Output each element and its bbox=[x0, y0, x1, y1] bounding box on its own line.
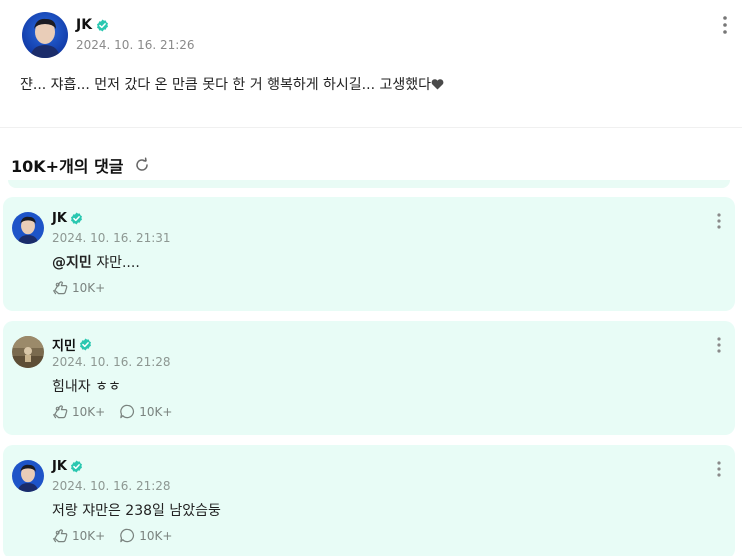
comment-text: 힘내자 ㅎㅎ bbox=[52, 379, 121, 395]
mention-link[interactable]: @지민 bbox=[52, 255, 92, 271]
post-author-name[interactable]: JK bbox=[76, 17, 92, 33]
comment-card: JK 2024. 10. 16. 21:28 저랑 쟈만은 238일 남았슴둥 … bbox=[3, 445, 735, 556]
profile-photo-icon bbox=[22, 12, 68, 58]
more-options-icon[interactable] bbox=[713, 459, 725, 479]
post: JK 2024. 10. 16. 21:26 쟌... 쟈흡... 먼저 갔다 … bbox=[0, 0, 742, 127]
reply-bubble-icon bbox=[120, 528, 135, 543]
comment-actions: 10K+ 10K+ bbox=[52, 403, 172, 420]
comment-author-name[interactable]: JK bbox=[52, 211, 67, 226]
comment-date: 2024. 10. 16. 21:28 bbox=[52, 355, 171, 369]
like-button[interactable]: 10K+ bbox=[52, 527, 105, 544]
like-button[interactable]: 10K+ bbox=[52, 403, 105, 420]
like-icon bbox=[52, 405, 68, 419]
like-count: 10K+ bbox=[72, 280, 106, 295]
reply-bubble-icon bbox=[120, 404, 135, 419]
profile-photo-icon bbox=[12, 212, 44, 244]
comment-text: @지민 쟈만.... bbox=[52, 252, 140, 272]
comments-header: 10K+개의 댓글 bbox=[11, 153, 150, 177]
verified-badge-icon bbox=[79, 338, 91, 351]
post-text: 쟌... 쟈흡... 먼저 갔다 온 만큼 못다 한 거 행복하게 하시길...… bbox=[20, 77, 432, 93]
comment-author-name[interactable]: 지민 bbox=[52, 335, 76, 354]
reply-count: 10K+ bbox=[139, 404, 173, 419]
refresh-icon[interactable] bbox=[134, 157, 150, 173]
verified-badge-icon bbox=[97, 18, 109, 32]
comment-text: 저랑 쟈만은 238일 남았슴둥 bbox=[52, 503, 221, 519]
comment-date: 2024. 10. 16. 21:28 bbox=[52, 479, 171, 493]
post-date: 2024. 10. 16. 21:26 bbox=[76, 38, 195, 52]
more-options-icon[interactable] bbox=[713, 335, 725, 355]
like-button[interactable]: 10K+ bbox=[52, 279, 105, 296]
comment-date: 2024. 10. 16. 21:31 bbox=[52, 231, 171, 245]
comment-author[interactable]: JK bbox=[52, 459, 83, 474]
like-icon bbox=[52, 281, 68, 295]
like-count: 10K+ bbox=[72, 528, 106, 543]
heart-icon bbox=[431, 79, 444, 90]
avatar[interactable] bbox=[12, 336, 44, 368]
more-options-icon[interactable] bbox=[719, 14, 731, 36]
comments-count-title: 10K+개의 댓글 bbox=[11, 157, 124, 176]
comment-actions: 10K+ 10K+ bbox=[52, 527, 172, 544]
verified-badge-icon bbox=[70, 460, 82, 473]
avatar[interactable] bbox=[22, 12, 68, 58]
comment-actions: 10K+ bbox=[52, 279, 105, 296]
avatar[interactable] bbox=[12, 212, 44, 244]
comment-card: JK 2024. 10. 16. 21:31 @지민 쟈만.... 10K+ bbox=[3, 197, 735, 311]
profile-photo-icon bbox=[12, 460, 44, 492]
previous-comment-edge bbox=[8, 180, 730, 188]
profile-photo-icon bbox=[12, 336, 44, 368]
comment-author[interactable]: JK bbox=[52, 211, 83, 226]
comment-card: 지민 2024. 10. 16. 21:28 힘내자 ㅎㅎ 10K+ 10K+ bbox=[3, 321, 735, 435]
comment-body: 쟈만.... bbox=[91, 255, 140, 271]
more-options-icon[interactable] bbox=[713, 211, 725, 231]
comment-author[interactable]: 지민 bbox=[52, 335, 92, 354]
post-body: 쟌... 쟈흡... 먼저 갔다 온 만큼 못다 한 거 행복하게 하시길...… bbox=[20, 74, 444, 94]
reply-button[interactable]: 10K+ bbox=[119, 403, 172, 420]
verified-badge-icon bbox=[70, 212, 82, 225]
reply-button[interactable]: 10K+ bbox=[119, 527, 172, 544]
divider bbox=[0, 127, 742, 128]
reply-count: 10K+ bbox=[139, 528, 173, 543]
avatar[interactable] bbox=[12, 460, 44, 492]
comment-author-name[interactable]: JK bbox=[52, 459, 67, 474]
like-icon bbox=[52, 529, 68, 543]
like-count: 10K+ bbox=[72, 404, 106, 419]
post-author[interactable]: JK bbox=[76, 17, 109, 33]
